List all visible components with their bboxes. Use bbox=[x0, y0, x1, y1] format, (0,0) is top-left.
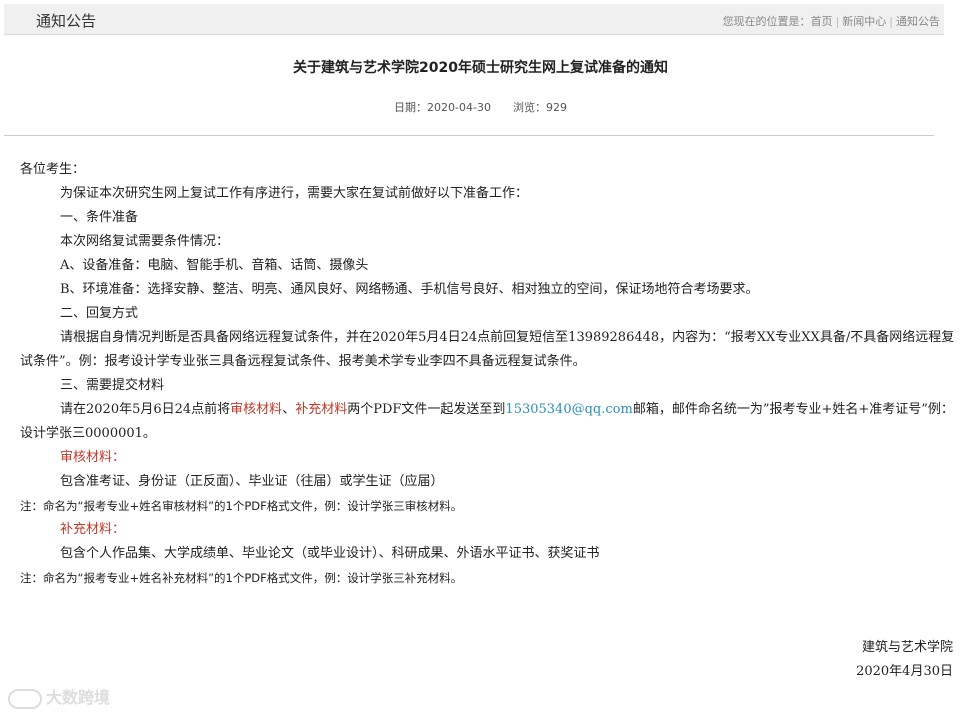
section2-heading: 二、回复方式 bbox=[60, 306, 139, 321]
breadcrumb-home-link[interactable]: 首页 bbox=[811, 15, 833, 28]
section3-text-before: 请在2020年5月6日24点前将 bbox=[60, 402, 231, 417]
watermark-logo-icon bbox=[8, 688, 42, 709]
supplementary-materials-note: 注：命名为“报考专业+姓名补充材料”的1个PDF格式文件，例：设计学张三补充材料… bbox=[20, 571, 463, 585]
section-header-bar: 通知公告 您现在的位置是：首页 | 新闻中心 | 通知公告 bbox=[4, 4, 944, 35]
review-materials-heading: 审核材料： bbox=[60, 450, 126, 465]
supplementary-materials-items: 包含个人作品集、大学成绩单、毕业论文（或毕业设计）、科研成果、外语水平证书、获奖… bbox=[60, 546, 600, 561]
breadcrumb-prefix: 您现在的位置是： bbox=[722, 15, 811, 28]
email-address[interactable]: 15305340@qq.com bbox=[505, 402, 632, 417]
section3-text: 请在2020年5月6日24点前将审核材料、补充材料两个PDF文件一起发送至到15… bbox=[20, 398, 955, 446]
title-divider bbox=[4, 135, 934, 136]
section3-mid-separator: 、 bbox=[282, 402, 296, 417]
section3-heading: 三、需要提交材料 bbox=[60, 378, 165, 393]
supplementary-materials-heading: 补充材料： bbox=[60, 522, 126, 537]
breadcrumb-news-link[interactable]: 新闻中心 bbox=[842, 15, 886, 28]
section1-item-b: B、环境准备：选择安静、整洁、明亮、通风良好、网络畅通、手机信号良好、相对独立的… bbox=[60, 282, 759, 297]
review-materials-items: 包含准考证、身份证（正反面）、毕业证（往届）或学生证（应届） bbox=[60, 474, 444, 489]
breadcrumb: 您现在的位置是：首页 | 新闻中心 | 通知公告 bbox=[723, 13, 940, 29]
signature-org: 建筑与艺术学院 bbox=[861, 640, 953, 655]
review-materials-highlight: 审核材料 bbox=[230, 402, 283, 417]
breadcrumb-notices-link[interactable]: 通知公告 bbox=[896, 15, 940, 28]
watermark-text: 大数跨境 bbox=[46, 688, 111, 707]
breadcrumb-separator: | bbox=[889, 15, 893, 28]
section1-heading: 一、条件准备 bbox=[60, 210, 139, 225]
article-title: 关于建筑与艺术学院2020年硕士研究生网上复试准备的通知 bbox=[293, 60, 668, 76]
section2-text: 请根据自身情况判断是否具备网络远程复试条件，并在2020年5月4日24点前回复短… bbox=[20, 330, 955, 369]
supplementary-materials-highlight: 补充材料 bbox=[295, 402, 348, 417]
signature-date: 2020年4月30日 bbox=[856, 664, 953, 679]
article-body: 各位考生： 为保证本次研究生网上复试工作有序进行，需要大家在复试前做好以下准备工… bbox=[20, 158, 955, 590]
section1-lead: 本次网络复试需要条件情况： bbox=[60, 234, 230, 249]
article-date: 日期：2020-04-30 bbox=[394, 101, 491, 114]
breadcrumb-separator: | bbox=[835, 15, 840, 28]
section3-text-middle: 两个PDF文件一起发送至到 bbox=[347, 402, 506, 417]
greeting: 各位考生： bbox=[20, 162, 86, 177]
signature-block: 建筑与艺术学院 2020年4月30日 bbox=[856, 636, 953, 684]
section-title: 通知公告 bbox=[36, 12, 97, 30]
intro-paragraph: 为保证本次研究生网上复试工作有序进行，需要大家在复试前做好以下准备工作： bbox=[60, 186, 529, 201]
article-meta: 日期：2020-04-30 浏览：929 bbox=[0, 99, 961, 115]
watermark: 大数跨境 bbox=[8, 684, 110, 709]
review-materials-note: 注：命名为“报考专业+姓名审核材料”的1个PDF格式文件，例：设计学张三审核材料… bbox=[20, 499, 463, 513]
section1-item-a: A、设备准备：电脑、智能手机、音箱、话筒、摄像头 bbox=[60, 258, 369, 273]
article-views: 浏览：929 bbox=[512, 101, 567, 114]
